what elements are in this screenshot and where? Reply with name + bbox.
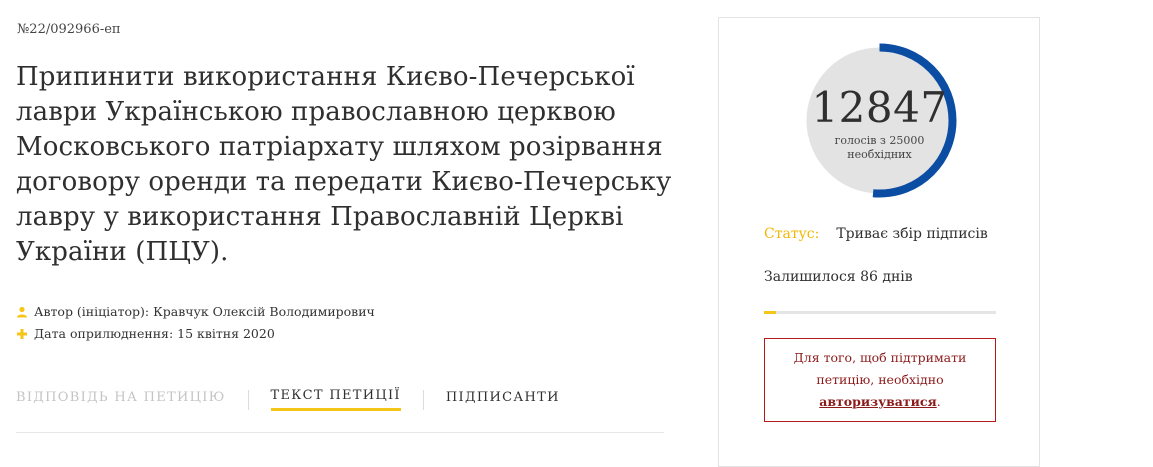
tab-separator bbox=[422, 389, 424, 410]
notice-text: Для того, щоб підтримати петицію, необхі… bbox=[793, 350, 967, 387]
signature-card: 12847 голосів з 25000 необхідних Статус:… bbox=[718, 17, 1040, 467]
person-icon bbox=[17, 306, 27, 317]
vote-counter: 12847 голосів з 25000 необхідних bbox=[802, 43, 957, 198]
meta-author: Автор (ініціатор): Кравчук Олексій Волод… bbox=[16, 304, 375, 319]
petition-tabs: Відповідь на петицію Текст петиції Підпи… bbox=[16, 388, 560, 411]
meta-date: Дата оприлюднення: 15 квітня 2020 bbox=[16, 326, 275, 341]
time-progress-bar bbox=[764, 311, 996, 314]
vote-caption-line2: необхідних bbox=[847, 148, 912, 161]
days-remaining: Залишилося 86 днів bbox=[764, 269, 913, 285]
status-label: Статус: bbox=[764, 226, 820, 242]
petition-title: Припинити використання Києво-Печерської … bbox=[16, 62, 672, 267]
petition-number: №22/092966-еп bbox=[17, 22, 121, 37]
login-link[interactable]: авторизуватися bbox=[819, 394, 937, 409]
vote-caption: голосів з 25000 необхідних bbox=[802, 134, 957, 162]
vote-count: 12847 bbox=[811, 83, 948, 132]
notice-period: . bbox=[936, 394, 941, 409]
date-text: Дата оприлюднення: 15 квітня 2020 bbox=[34, 326, 275, 341]
plus-icon bbox=[17, 328, 27, 339]
status-value: Триває збір підписів bbox=[836, 226, 988, 242]
vote-caption-line1: голосів з 25000 bbox=[834, 134, 925, 147]
tab-response[interactable]: Відповідь на петицію bbox=[16, 390, 226, 410]
tab-text[interactable]: Текст петиції bbox=[270, 388, 401, 411]
auth-notice: Для того, щоб підтримати петицію, необхі… bbox=[764, 338, 996, 422]
time-progress-fill bbox=[764, 311, 776, 314]
tabs-divider bbox=[16, 432, 664, 433]
tab-separator bbox=[247, 389, 249, 410]
status-row: Статус: Триває збір підписів bbox=[764, 226, 988, 242]
author-text: Автор (ініціатор): Кравчук Олексій Волод… bbox=[34, 304, 375, 319]
tab-signers[interactable]: Підписанти bbox=[446, 390, 560, 410]
